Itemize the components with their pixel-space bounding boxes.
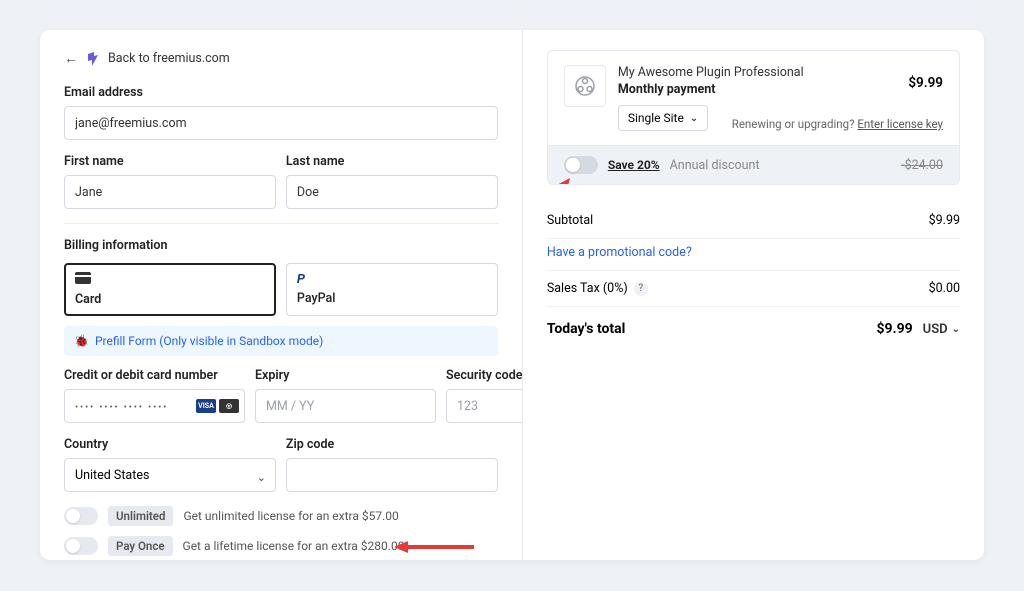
annual-discount-label: Annual discount — [670, 158, 760, 173]
unlimited-toggle[interactable] — [64, 507, 98, 525]
subtotal-value: $9.99 — [929, 213, 960, 228]
currency-select[interactable]: USD ⌄ — [923, 322, 960, 337]
chevron-down-icon: ⌄ — [690, 113, 698, 124]
card-icon — [75, 272, 265, 288]
plugin-name: My Awesome Plugin Professional — [618, 65, 804, 80]
cvv-field[interactable] — [446, 389, 523, 423]
lastname-label: Last name — [286, 154, 498, 169]
cvv-label: Security code — [446, 368, 523, 383]
firstname-field[interactable] — [64, 175, 276, 209]
email-label: Email address — [64, 85, 498, 100]
cc-label: Credit or debit card number — [64, 368, 245, 383]
annotation-arrow-icon — [547, 176, 576, 185]
sandbox-prefill-label: Prefill Form (Only visible in Sandbox mo… — [95, 334, 323, 348]
annual-discount-toggle[interactable] — [564, 156, 598, 174]
promo-code-link[interactable]: Have a promotional code? — [547, 239, 960, 271]
sandbox-prefill-link[interactable]: 🐞 Prefill Form (Only visible in Sandbox … — [64, 326, 498, 356]
payment-tab-card[interactable]: Card — [64, 263, 276, 316]
plan-price: $9.99 — [908, 75, 943, 91]
country-label: Country — [64, 437, 276, 452]
enter-license-link[interactable]: Enter license key — [857, 117, 943, 131]
country-select[interactable]: United States — [64, 458, 276, 492]
unlimited-text: Get unlimited license for an extra $57.0… — [183, 509, 398, 523]
bug-icon: 🐞 — [74, 334, 89, 348]
lastname-field[interactable] — [286, 175, 498, 209]
total-label: Today's total — [547, 321, 626, 337]
total-value: $9.99 — [876, 321, 912, 337]
currency-label: USD — [923, 322, 948, 337]
help-icon[interactable]: ? — [634, 282, 648, 296]
annual-discount-amount: -$24.00 — [901, 158, 943, 173]
expiry-field[interactable] — [255, 389, 436, 423]
visa-icon: VISA — [196, 399, 216, 413]
zip-label: Zip code — [286, 437, 498, 452]
payonce-toggle[interactable] — [64, 537, 98, 555]
paypal-icon: P — [297, 272, 487, 287]
billing-cycle: Monthly payment — [618, 82, 804, 97]
freemius-logo-icon — [86, 52, 100, 66]
renew-upgrade-text: Renewing or upgrading? Enter license key — [732, 117, 943, 131]
payonce-text: Get a lifetime license for an extra $280… — [183, 539, 405, 553]
annotation-arrow-icon — [394, 538, 474, 556]
divider — [64, 223, 498, 224]
expiry-label: Expiry — [255, 368, 436, 383]
unlimited-badge: Unlimited — [108, 506, 173, 526]
tax-label: Sales Tax (0%) — [547, 281, 628, 296]
payonce-badge: Pay Once — [108, 536, 173, 556]
license-select-label: Single Site — [628, 111, 684, 125]
firstname-label: First name — [64, 154, 276, 169]
zip-field[interactable] — [286, 458, 498, 492]
tax-value: $0.00 — [929, 281, 960, 296]
save-percent-label: Save 20% — [608, 158, 660, 172]
back-arrow-icon: ← — [64, 50, 78, 67]
payment-tab-paypal[interactable]: P PayPal — [286, 263, 498, 316]
diners-icon: ◎ — [219, 399, 239, 413]
license-select[interactable]: Single Site ⌄ — [618, 105, 708, 131]
back-link-label: Back to freemius.com — [108, 51, 230, 66]
billing-heading: Billing information — [64, 238, 498, 253]
chevron-down-icon: ⌄ — [952, 324, 960, 335]
payment-tab-card-label: Card — [75, 292, 265, 307]
email-field[interactable] — [64, 106, 498, 140]
subtotal-label: Subtotal — [547, 213, 593, 228]
card-brand-icons: VISA ◎ — [196, 399, 239, 413]
back-link[interactable]: ← Back to freemius.com — [64, 50, 498, 67]
payment-tab-paypal-label: PayPal — [297, 291, 487, 306]
plugin-icon — [564, 65, 606, 107]
